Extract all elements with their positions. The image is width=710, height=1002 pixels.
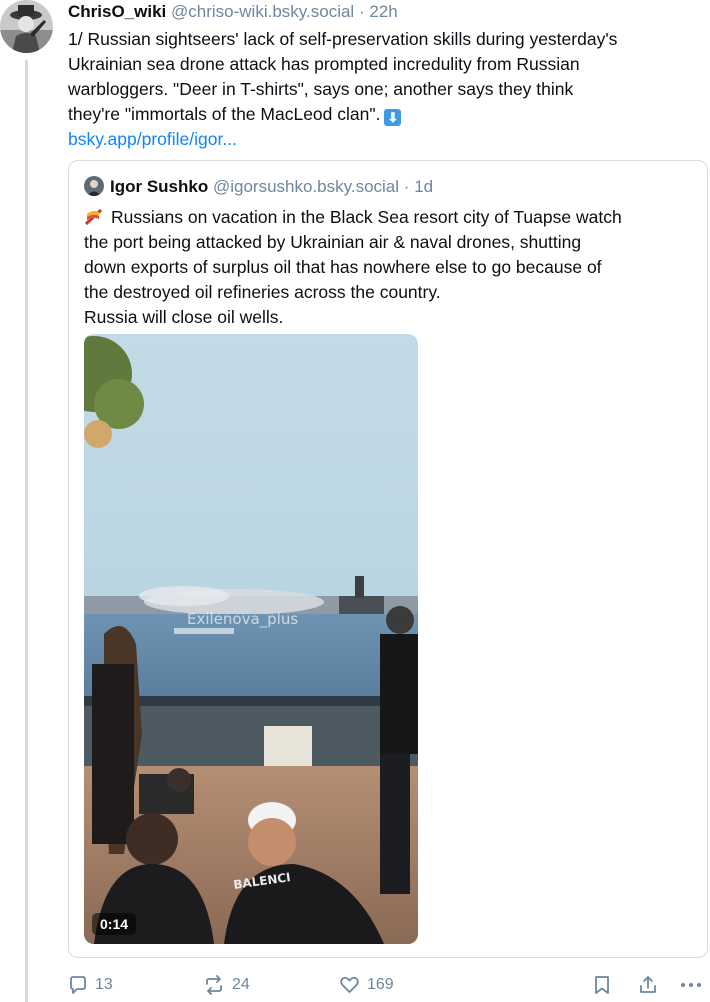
thread-line (25, 60, 28, 1002)
more-icon (680, 975, 702, 995)
post-text: 1/ Russian sightseers' lack of self-pres… (68, 27, 704, 152)
action-bar: 13 24 169 (68, 972, 704, 998)
quote-text-line: Russians on vacation in the Black Sea re… (111, 207, 622, 227)
post-header: ChrisO_wiki @chriso-wiki.bsky.social · 2… (68, 0, 398, 24)
bookmark-button[interactable] (594, 972, 610, 998)
like-icon (339, 975, 360, 995)
quote-header: Igor Sushko @igorsushko.bsky.social · 1d (84, 175, 433, 199)
bookmark-icon (594, 975, 610, 995)
quote-avatar[interactable] (84, 176, 104, 196)
share-icon (638, 975, 658, 995)
repost-button[interactable]: 24 (203, 972, 250, 998)
author-name[interactable]: ChrisO_wiki (68, 2, 166, 21)
reply-icon (68, 975, 88, 995)
avatar[interactable] (0, 0, 53, 53)
like-button[interactable]: 169 (339, 972, 394, 998)
quote-text-line: the port being attacked by Ukrainian air… (84, 232, 582, 252)
quote-text-line: Russia will close oil wells. (84, 307, 284, 327)
separator: · (358, 2, 365, 21)
video-player[interactable]: BALENCI Exilenova_plus 0:14 (84, 334, 418, 944)
post-text-line: warbloggers. "Deer in T-shirts", says on… (68, 79, 574, 99)
quote-timestamp[interactable]: 1d (414, 177, 433, 196)
reply-count: 13 (95, 976, 113, 993)
quote-separator: · (403, 177, 410, 196)
video-watermark: Exilenova_plus (187, 610, 298, 629)
quote-text-line: the destroyed oil refineries across the … (84, 282, 441, 302)
timestamp[interactable]: 22h (369, 2, 397, 21)
post-text-line: 1/ Russian sightseers' lack of self-pres… (68, 29, 618, 49)
video-thumbnail: BALENCI Exilenova_plus (84, 334, 418, 944)
post-text-line: they're "immortals of the MacLeod clan". (68, 104, 381, 124)
post-text-line: Ukrainian sea drone attack has prompted … (68, 54, 580, 74)
repost-icon (203, 975, 225, 995)
reply-button[interactable]: 13 (68, 972, 113, 998)
author-handle[interactable]: @chriso-wiki.bsky.social (171, 2, 354, 21)
video-duration: 0:14 (92, 913, 137, 935)
repost-count: 24 (232, 976, 250, 993)
down-arrow-emoji: ⬇ (384, 109, 402, 126)
quoted-post[interactable]: Igor Sushko @igorsushko.bsky.social · 1d… (68, 160, 708, 958)
post-link[interactable]: bsky.app/profile/igor... (68, 127, 704, 152)
quote-author-name[interactable]: Igor Sushko (110, 177, 208, 196)
quote-text: Russians on vacation in the Black Sea re… (84, 205, 704, 330)
more-options-button[interactable] (680, 972, 702, 998)
quote-author-handle[interactable]: @igorsushko.bsky.social (213, 177, 399, 196)
fire-flag-icon (84, 207, 103, 226)
quote-text-line: down exports of surplus oil that has now… (84, 257, 602, 277)
share-button[interactable] (638, 972, 658, 998)
like-count: 169 (367, 976, 394, 993)
